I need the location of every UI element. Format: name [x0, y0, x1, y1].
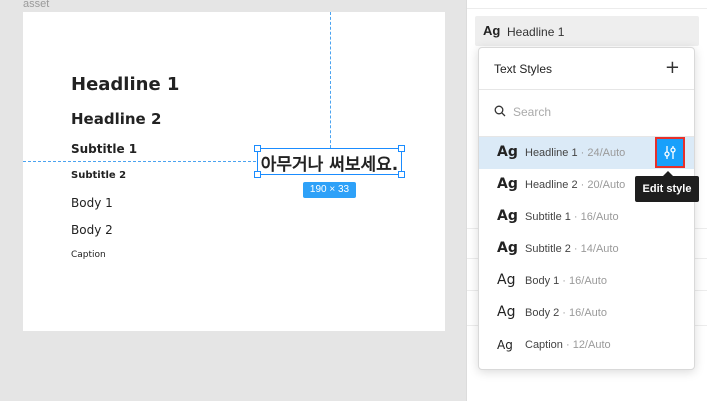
- edit-style-tooltip: Edit style: [635, 176, 699, 202]
- style-item-label: Body 1 · 16/Auto: [525, 275, 607, 287]
- style-item-label: Caption · 12/Auto: [525, 339, 611, 351]
- selected-text[interactable]: 아무거나 써보세요.: [258, 150, 401, 175]
- current-text-style[interactable]: Ag Headline 1: [475, 16, 699, 46]
- sample-headline-2[interactable]: Headline 2: [71, 110, 161, 128]
- dimensions-badge: 190 × 33: [303, 182, 356, 198]
- style-preview-icon: Ag: [497, 176, 518, 192]
- popover-title: Text Styles: [494, 62, 553, 76]
- alignment-guide-horizontal: [23, 161, 256, 162]
- style-preview-icon: Ag: [497, 144, 518, 160]
- add-style-button[interactable]: +: [665, 57, 680, 78]
- style-item-label: Headline 2 · 20/Auto: [525, 179, 626, 191]
- style-preview-icon: Ag: [497, 338, 513, 352]
- alignment-guide-vertical: [330, 12, 331, 148]
- edit-style-button[interactable]: [655, 137, 685, 168]
- sample-body-1[interactable]: Body 1: [71, 196, 113, 210]
- style-preview-icon: Ag: [497, 240, 518, 256]
- style-item-caption[interactable]: Ag Caption · 12/Auto: [479, 329, 694, 361]
- panel-divider: [467, 8, 707, 9]
- style-preview-icon: Ag: [497, 304, 516, 320]
- sample-headline-1[interactable]: Headline 1: [71, 74, 179, 95]
- resize-handle-bottom-left[interactable]: [254, 171, 261, 178]
- sample-caption[interactable]: Caption: [71, 250, 106, 260]
- style-item-subtitle-1[interactable]: Ag Subtitle 1 · 16/Auto: [479, 201, 694, 233]
- style-preview-icon: Ag: [497, 208, 518, 224]
- text-styles-popover: Text Styles + Ag Headline 1 · 24/Auto Ag…: [478, 47, 695, 370]
- style-item-label: Body 2 · 16/Auto: [525, 307, 607, 319]
- resize-handle-bottom-right[interactable]: [398, 171, 405, 178]
- sliders-icon: [664, 146, 676, 159]
- style-item-subtitle-2[interactable]: Ag Subtitle 2 · 14/Auto: [479, 233, 694, 265]
- style-item-label: Subtitle 2 · 14/Auto: [525, 243, 619, 255]
- text-style-icon: Ag: [483, 23, 501, 38]
- style-preview-icon: Ag: [497, 272, 516, 288]
- search-input[interactable]: [513, 102, 673, 122]
- style-item-body-2[interactable]: Ag Body 2 · 16/Auto: [479, 297, 694, 329]
- style-item-label: Subtitle 1 · 16/Auto: [525, 211, 619, 223]
- style-item-body-1[interactable]: Ag Body 1 · 16/Auto: [479, 265, 694, 297]
- sample-subtitle-1[interactable]: Subtitle 1: [71, 142, 137, 156]
- resize-handle-top-right[interactable]: [398, 145, 405, 152]
- resize-handle-top-left[interactable]: [254, 145, 261, 152]
- search-row: [479, 90, 694, 136]
- selected-text-layer[interactable]: 아무거나 써보세요.: [257, 148, 402, 175]
- current-text-style-name: Headline 1: [507, 25, 565, 39]
- frame-label[interactable]: asset: [23, 0, 49, 10]
- sample-subtitle-2[interactable]: Subtitle 2: [71, 170, 126, 181]
- sample-body-2[interactable]: Body 2: [71, 223, 113, 237]
- search-icon: [494, 105, 506, 117]
- style-item-label: Headline 1 · 24/Auto: [525, 147, 626, 159]
